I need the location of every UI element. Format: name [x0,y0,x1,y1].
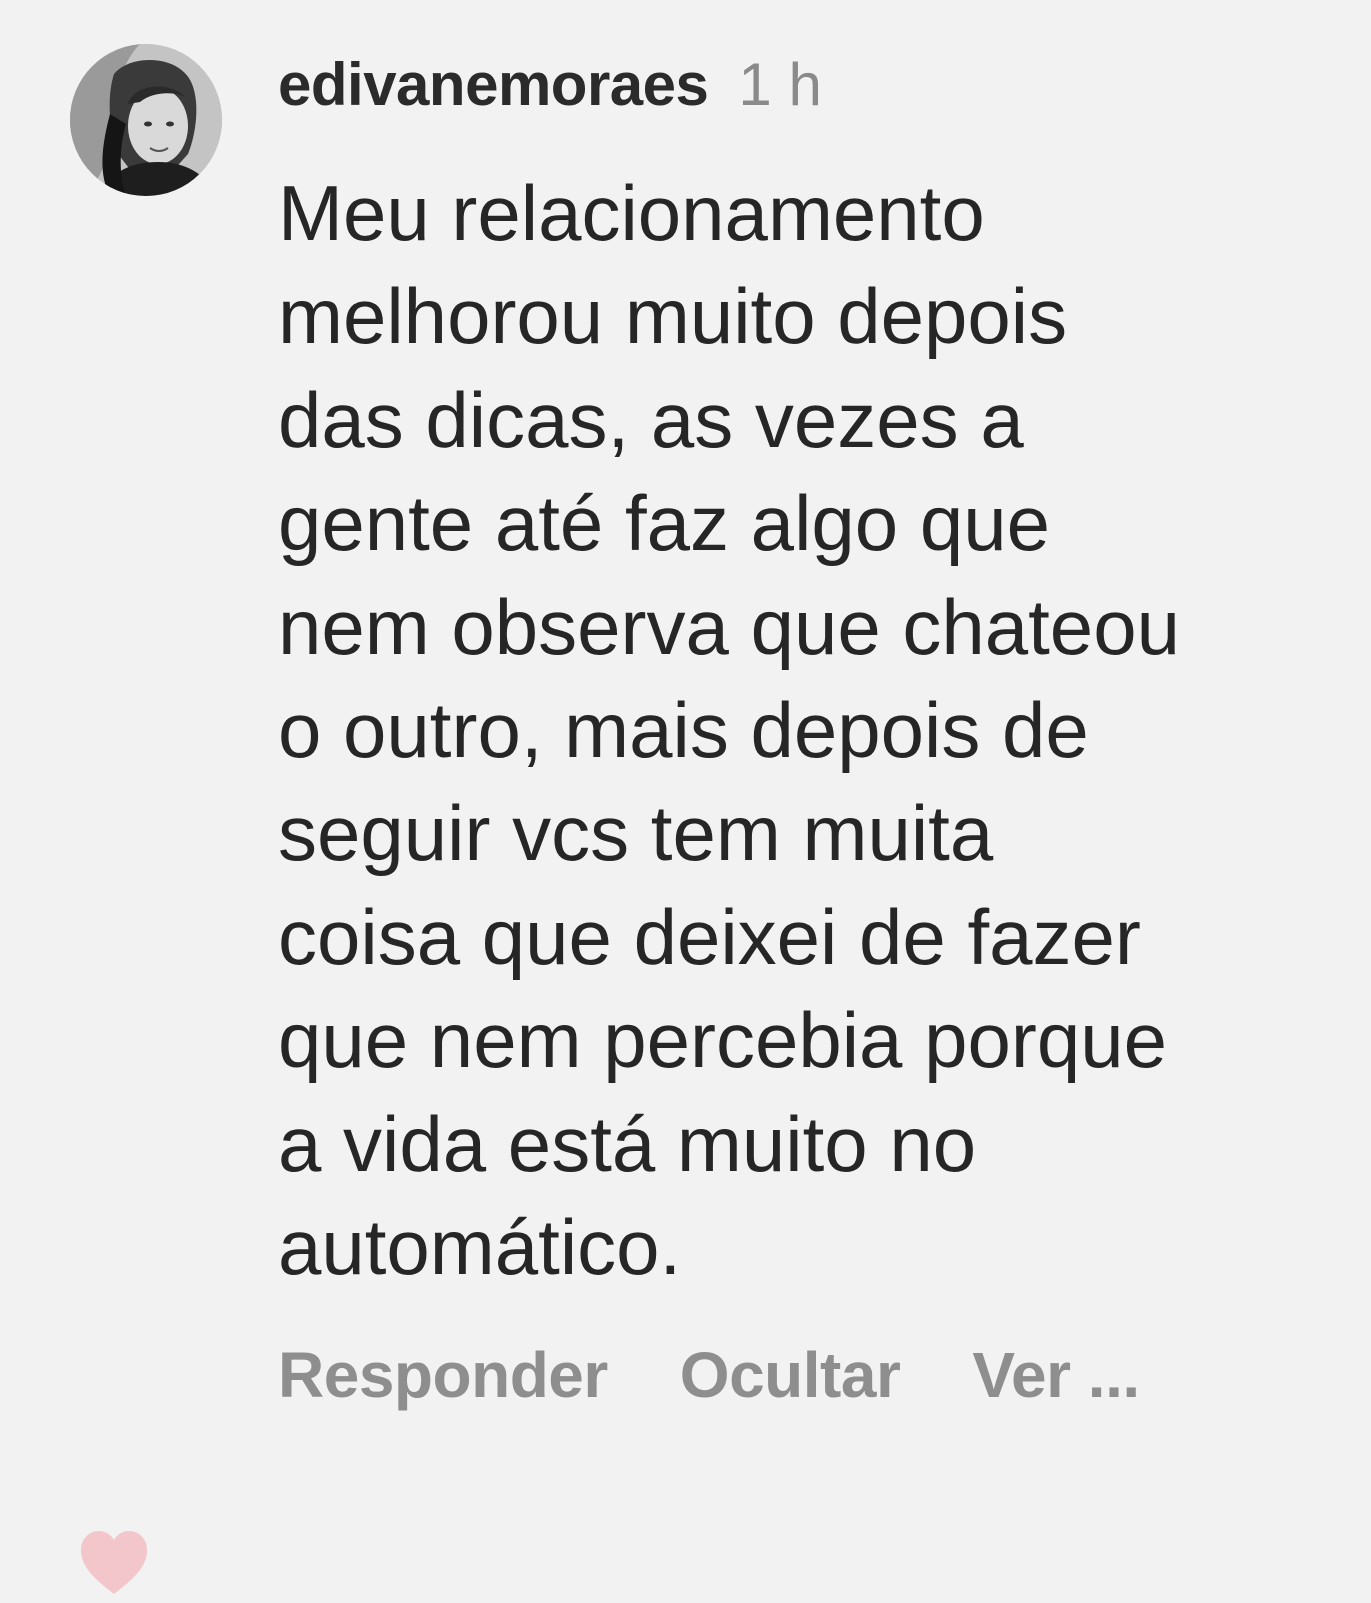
username[interactable]: edivanemoraes [278,50,709,119]
comment-header: edivanemoraes 1 h [278,44,822,124]
see-more-button[interactable]: Ver ... [972,1338,1140,1412]
comment-text: Meu relacionamento melhorou muito depois… [278,162,1338,1299]
reply-button[interactable]: Responder [278,1338,608,1412]
comment-line: gente até faz algo que [278,479,1050,568]
comment-line: melhorou muito depois [278,272,1068,361]
heart-icon[interactable] [79,1528,149,1598]
heart-icon-shape [81,1531,147,1594]
comment-line: nem observa que chateou [278,582,1180,671]
comment-line: Meu relacionamento [278,169,985,257]
avatar[interactable] [70,44,222,196]
hide-button[interactable]: Ocultar [680,1338,901,1412]
comment-line: a vida está muito no [278,1099,977,1188]
comment-line: automático. [278,1203,682,1292]
timestamp: 1 h [738,50,822,118]
comment-line: que nem percebia porque [278,996,1167,1085]
comment-line: coisa que deixei de fazer [278,892,1141,981]
comment-actions: Responder Ocultar Ver ... [278,1330,1212,1420]
avatar-photo [70,44,222,196]
comment-line: o outro, mais depois de [278,686,1089,775]
comment-line: das dicas, as vezes a [278,375,1024,464]
comment-line: seguir vcs tem muita [278,789,994,878]
comment: edivanemoraes 1 h Meu relacionamento mel… [0,0,1371,1600]
